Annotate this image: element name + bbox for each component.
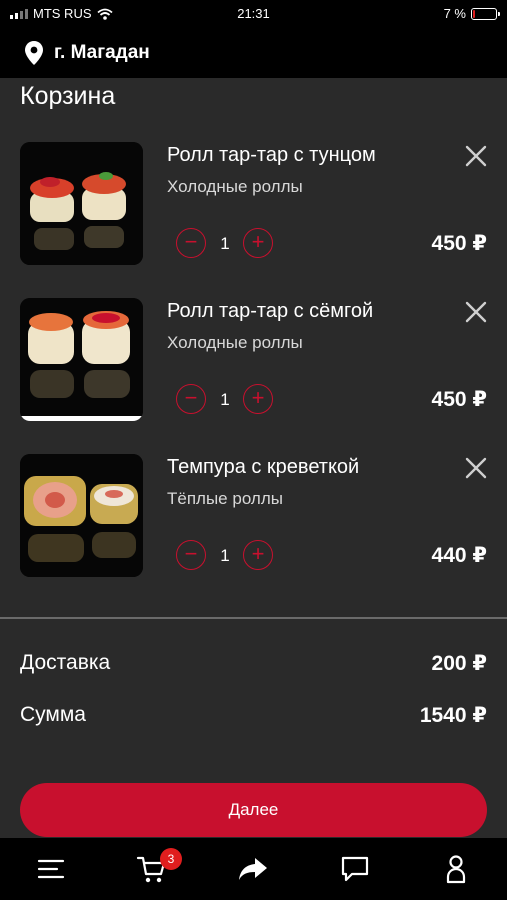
cart-item: Темпура с креветкой Тёплые роллы − 1 + 4… [0,454,507,584]
delivery-label: Доставка [20,651,111,674]
page-title: Корзина [20,82,116,110]
delivery-value: 200 ₽ [431,652,487,675]
item-category: Холодные роллы [167,333,303,352]
item-name: Темпура с креветкой [167,456,360,478]
quantity-value: 1 [220,390,230,409]
chat-icon [341,856,369,882]
total-value: 1540 ₽ [419,704,487,727]
close-icon[interactable] [462,298,490,326]
decrease-quantity-button[interactable]: − [176,384,206,414]
item-name: Ролл тар-тар с тунцом [167,144,376,166]
status-bar: MTS RUS 21:31 7 % [0,0,507,28]
next-button[interactable]: Далее [20,783,487,837]
decrease-quantity-button[interactable]: − [176,228,206,258]
cart-item: Ролл тар-тар с тунцом Холодные роллы − 1… [0,142,507,272]
close-icon[interactable] [462,454,490,482]
tab-menu[interactable] [34,852,68,886]
close-icon[interactable] [462,142,490,170]
clock: 21:31 [237,6,270,21]
city-selector[interactable]: г. Магадан [24,40,150,66]
profile-icon [446,855,466,884]
item-category: Холодные роллы [167,177,303,196]
total-label: Сумма [20,703,86,726]
divider [0,617,507,619]
increase-quantity-button[interactable]: + [243,228,273,258]
item-name: Ролл тар-тар с сёмгой [167,300,374,322]
decrease-quantity-button[interactable]: − [176,540,206,570]
cart-count-badge: 3 [160,848,182,870]
item-category: Тёплые роллы [167,489,283,508]
share-icon [239,858,267,880]
battery-icon [471,7,500,20]
city-name: г. Магадан [54,42,150,63]
tuna-roll-photo [20,142,143,265]
tab-profile[interactable] [439,852,473,886]
cart-item: Ролл тар-тар с сёмгой Холодные роллы − 1… [0,298,507,428]
item-price: 440 ₽ [431,544,487,567]
item-price: 450 ₽ [431,232,487,255]
tab-bar: 3 [0,838,507,900]
salmon-roll-photo [20,298,143,421]
battery-group: 7 % [443,6,500,21]
increase-quantity-button[interactable]: + [243,540,273,570]
tab-share[interactable] [236,852,270,886]
quantity-value: 1 [220,234,230,253]
battery-percent: 7 % [443,6,466,21]
location-pin-icon [25,41,43,65]
location-header: г. Магадан [0,28,507,78]
tab-chat[interactable] [338,852,372,886]
quantity-value: 1 [220,546,230,565]
menu-icon [37,859,65,879]
item-price: 450 ₽ [431,388,487,411]
increase-quantity-button[interactable]: + [243,384,273,414]
tempura-shrimp-photo [20,454,143,577]
